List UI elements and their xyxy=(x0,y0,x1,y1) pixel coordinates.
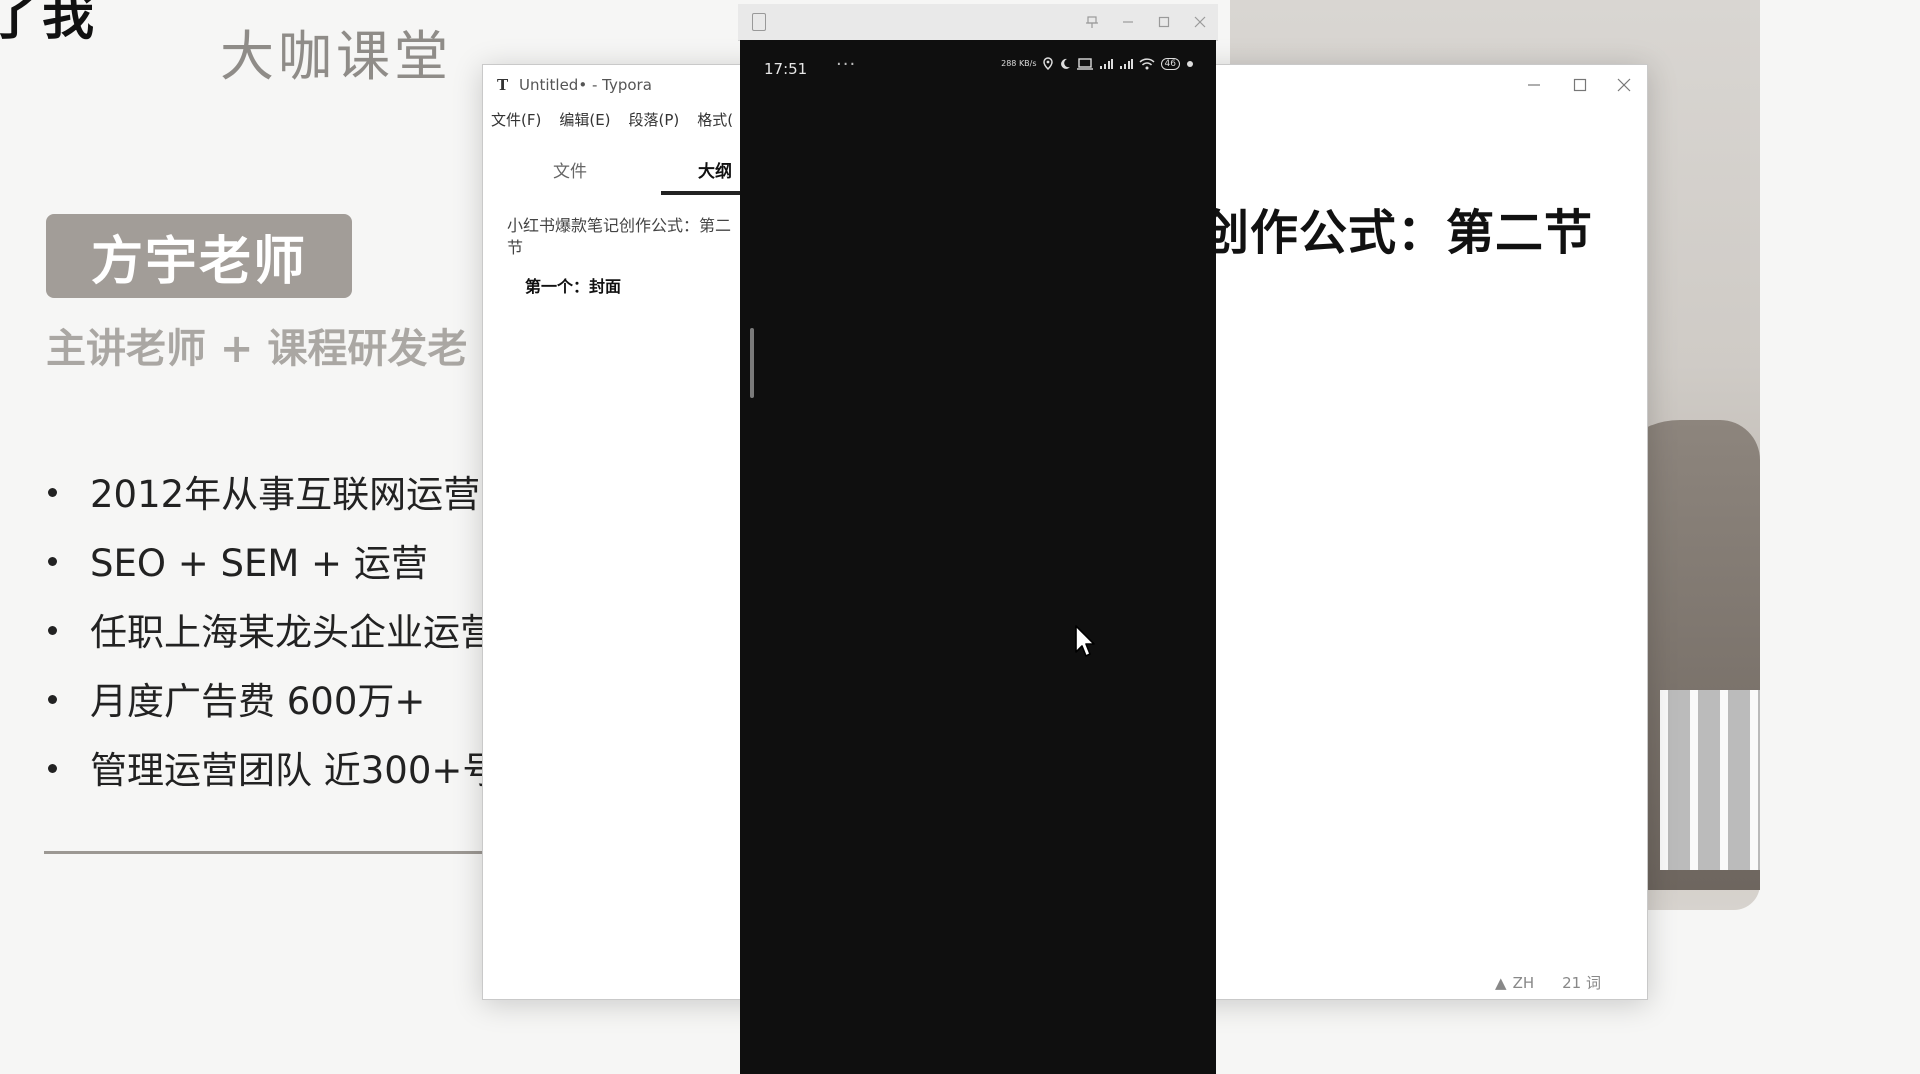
mouse-cursor-icon xyxy=(1075,625,1095,657)
minimize-icon[interactable] xyxy=(1511,65,1557,105)
menu-file[interactable]: 文件(F) xyxy=(491,109,541,137)
bio-bullet: 2012年从事互联网运营 xyxy=(46,464,499,533)
moon-icon xyxy=(1060,58,1070,69)
battery-icon: 46 xyxy=(1160,57,1180,70)
signal-icon xyxy=(1099,58,1113,69)
maximize-icon[interactable] xyxy=(1557,65,1603,105)
menu-paragraph[interactable]: 段落(P) xyxy=(629,109,680,137)
typora-app-icon: T xyxy=(497,76,509,94)
phone-clock: 17:51 xyxy=(764,60,808,78)
status-bar: ▲ ZH 21 词 xyxy=(1495,972,1601,993)
teacher-subtitle: 主讲老师 + 课程研发老 xyxy=(46,326,468,372)
active-tab-indicator xyxy=(661,191,743,195)
outline-panel: 小红书爆款笔记创作公式：第二节 第一个：封面 xyxy=(507,215,743,297)
bio-bullet: 任职上海某龙头企业运营 xyxy=(46,602,499,671)
bio-bullet: SEO + SEM + 运营 xyxy=(46,533,499,602)
close-icon[interactable] xyxy=(1601,65,1647,105)
signal-icon xyxy=(1119,58,1133,69)
tab-outline[interactable]: 大纲 xyxy=(698,157,732,182)
close-icon[interactable] xyxy=(1182,4,1218,40)
slide-title-fragment: 了我 xyxy=(0,0,97,47)
bio-bullet: 管理运营团队 近300+号 xyxy=(46,740,499,809)
outline-item-h2[interactable]: 第一个：封面 xyxy=(507,273,743,297)
phone-screen[interactable]: 17:51 ··· 288 KB/s 46 xyxy=(740,40,1216,1074)
network-speed-icon: 288 KB/s xyxy=(1001,59,1037,68)
bio-bullet: 月度广告费 600万+ xyxy=(46,671,499,740)
word-count[interactable]: 21 词 xyxy=(1562,972,1601,993)
maximize-icon[interactable] xyxy=(1146,4,1182,40)
document-heading[interactable]: 创作公式：第二节 xyxy=(1201,193,1593,263)
teacher-name-badge: 方宇老师 xyxy=(46,214,352,298)
phone-scroll-indicator[interactable] xyxy=(750,328,754,398)
menu-bar: 文件(F) 编辑(E) 段落(P) 格式( xyxy=(491,109,733,137)
laptop-icon xyxy=(1076,57,1093,70)
dot-icon xyxy=(1187,60,1193,67)
warning-icon: ▲ xyxy=(1495,973,1507,992)
sidebar-tabs: 文件 大纲 xyxy=(483,149,743,195)
language-indicator[interactable]: ▲ ZH xyxy=(1495,974,1534,992)
tab-files[interactable]: 文件 xyxy=(553,157,587,182)
menu-edit[interactable]: 编辑(E) xyxy=(559,109,610,137)
phone-app-icon xyxy=(752,13,766,31)
minimize-icon[interactable] xyxy=(1110,4,1146,40)
phone-status-icons: 288 KB/s 46 xyxy=(1001,57,1194,70)
outline-item-h1[interactable]: 小红书爆款笔记创作公式：第二节 xyxy=(507,215,743,259)
mirror-titlebar[interactable] xyxy=(738,4,1218,41)
decorative-railing xyxy=(1660,690,1760,870)
wifi-icon xyxy=(1139,57,1155,69)
brand-logo-text: 大咖课堂 xyxy=(220,25,452,88)
teacher-name: 方宇老师 xyxy=(90,231,307,292)
window-title: Untitled• - Typora xyxy=(519,76,652,94)
more-notifications-icon: ··· xyxy=(836,54,857,75)
bio-bullet-list: 2012年从事互联网运营 SEO + SEM + 运营 任职上海某龙头企业运营 … xyxy=(46,464,499,809)
menu-format[interactable]: 格式( xyxy=(697,109,733,137)
pin-icon[interactable] xyxy=(1074,4,1110,40)
slide-divider xyxy=(44,851,484,854)
language-label: ZH xyxy=(1512,973,1535,992)
location-icon xyxy=(1042,57,1053,70)
